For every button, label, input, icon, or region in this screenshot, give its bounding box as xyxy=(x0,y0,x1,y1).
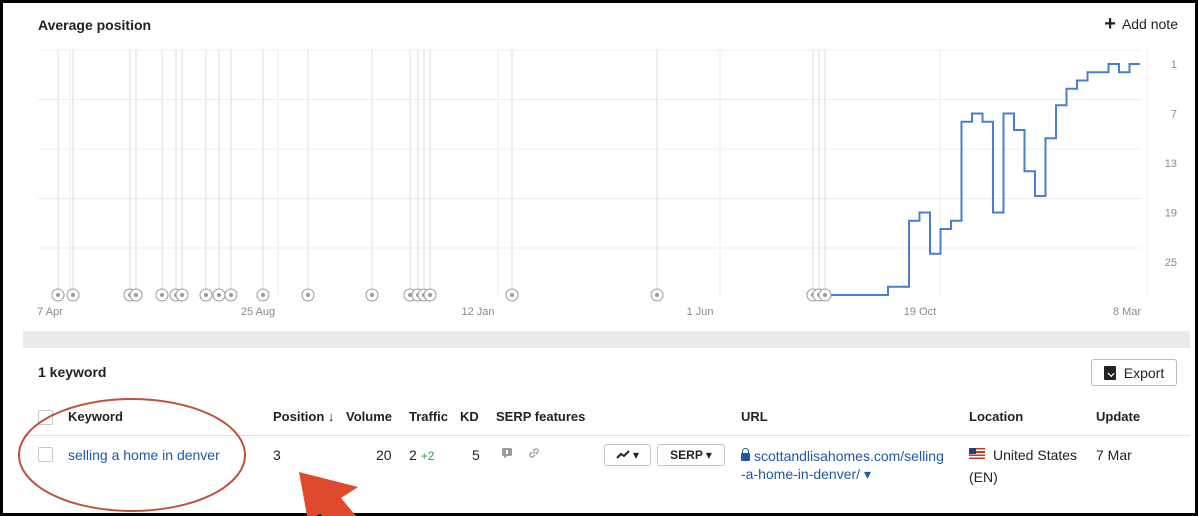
trend-icon xyxy=(616,450,630,459)
volume-value: 20 xyxy=(376,447,392,463)
chart-y-ticks: 1 7 13 19 25 xyxy=(1165,59,1177,269)
traffic-delta: +2 xyxy=(420,449,435,463)
header-divider xyxy=(23,435,1190,436)
event-marker-dot xyxy=(306,293,310,297)
col-location[interactable]: Location xyxy=(969,409,1023,424)
url-line-1: scottandlisahomes.com/selling xyxy=(754,448,944,464)
export-label: Export xyxy=(1123,364,1165,381)
y-tick-label: 19 xyxy=(1165,208,1177,220)
x-tick-label: 19 Oct xyxy=(904,306,936,318)
col-url[interactable]: URL xyxy=(741,409,768,424)
history-caret: ▾ xyxy=(632,448,640,462)
chart-grid xyxy=(38,49,1148,295)
event-marker-dot xyxy=(510,293,514,297)
url-caret[interactable]: ▾ xyxy=(864,466,871,482)
keyword-count: 1 keyword xyxy=(38,364,107,380)
add-note-label: Add note xyxy=(1121,16,1178,32)
event-marker-dot xyxy=(428,293,432,297)
average-position-chart: 7 Apr 25 Aug 12 Jan 1 Jun 19 Oct 8 Mar 1 7 13 19… xyxy=(37,49,1177,318)
y-tick-label: 7 xyxy=(1171,109,1177,121)
col-volume[interactable]: Volume xyxy=(346,409,392,424)
serp-caret: ▾ xyxy=(705,448,712,462)
event-marker-dot xyxy=(71,293,75,297)
event-marker-dot xyxy=(229,293,233,297)
x-tick-label: 1 Jun xyxy=(687,306,714,318)
add-note-button[interactable]: + Add note xyxy=(1104,13,1178,35)
serp-button[interactable]: SERP ▾ xyxy=(657,444,725,466)
x-tick-label: 12 Jan xyxy=(461,306,494,318)
url-line-2: -a-home-in-denver/ xyxy=(741,466,861,482)
chart-series-line xyxy=(825,63,1140,296)
event-marker-dot xyxy=(180,293,184,297)
export-button[interactable]: Export xyxy=(1091,359,1177,386)
serp-snippet-icon[interactable] xyxy=(501,447,513,459)
x-tick-label: 7 Apr xyxy=(37,306,63,318)
chart-event-lines xyxy=(57,50,826,290)
y-tick-label: 13 xyxy=(1165,158,1177,170)
y-tick-label: 25 xyxy=(1165,257,1177,269)
url-link[interactable]: scottandlisahomes.com/selling -a-home-in… xyxy=(741,447,956,483)
position-value: 3 xyxy=(273,447,281,463)
kd-value: 5 xyxy=(472,447,480,463)
location-language: (EN) xyxy=(969,469,998,485)
chart-title: Average position xyxy=(38,17,152,33)
location-country: United States xyxy=(993,447,1078,463)
traffic-cell: 2 +2 xyxy=(409,447,434,463)
event-marker-dot xyxy=(204,293,208,297)
event-marker-dot xyxy=(160,293,164,297)
position-history-button[interactable]: ▾ xyxy=(604,444,651,466)
col-update[interactable]: Update xyxy=(1096,409,1140,424)
event-marker-dot xyxy=(370,293,374,297)
col-kd[interactable]: KD xyxy=(460,409,479,424)
col-serp-features[interactable]: SERP features xyxy=(496,409,585,424)
chart-scroll-band[interactable] xyxy=(23,331,1190,348)
col-position[interactable]: Position ↓ xyxy=(273,409,334,424)
y-tick-label: 1 xyxy=(1171,59,1177,71)
event-marker-dot xyxy=(823,293,827,297)
update-date: 7 Mar xyxy=(1096,447,1132,463)
keyword-link[interactable]: selling a home in denver xyxy=(68,447,220,463)
chart-x-ticks: 7 Apr 25 Aug 12 Jan 1 Jun 19 Oct 8 Mar xyxy=(37,306,1141,318)
link-icon[interactable] xyxy=(528,447,540,459)
serp-button-label: SERP xyxy=(670,448,703,462)
x-tick-label: 25 Aug xyxy=(241,306,275,318)
event-marker-dot xyxy=(261,293,265,297)
event-marker-dot xyxy=(134,293,138,297)
col-keyword[interactable]: Keyword xyxy=(68,409,123,424)
select-all-checkbox[interactable] xyxy=(38,410,53,425)
traffic-value: 2 xyxy=(409,447,417,463)
plus-icon: + xyxy=(1104,13,1116,35)
lock-icon xyxy=(741,448,750,461)
row-checkbox[interactable] xyxy=(38,447,53,462)
x-tick-label: 8 Mar xyxy=(1113,306,1141,318)
us-flag-icon xyxy=(969,448,985,459)
event-marker-dot xyxy=(655,293,659,297)
chart-event-markers xyxy=(51,288,832,302)
event-marker-dot xyxy=(56,293,60,297)
col-traffic[interactable]: Traffic xyxy=(409,409,448,424)
event-marker-dot xyxy=(217,293,221,297)
event-marker-dot xyxy=(408,293,412,297)
export-icon xyxy=(1103,365,1116,380)
